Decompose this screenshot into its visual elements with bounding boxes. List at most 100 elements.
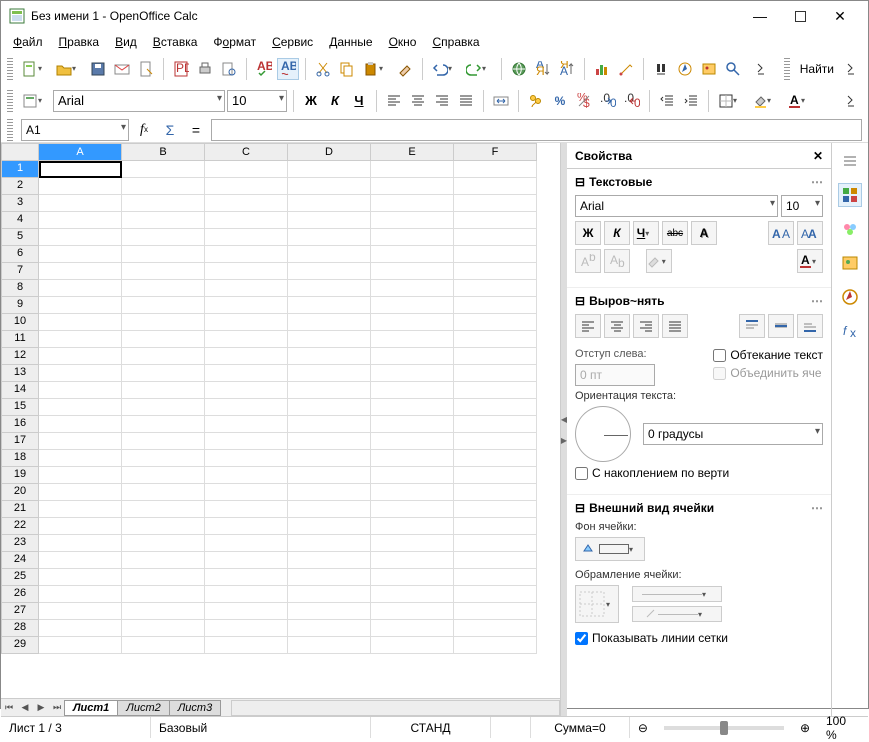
show-draw-button[interactable] <box>615 58 637 80</box>
cell[interactable] <box>371 314 454 331</box>
cell[interactable] <box>288 467 371 484</box>
cell[interactable] <box>454 467 537 484</box>
zoom-slider[interactable] <box>664 726 784 730</box>
cell[interactable] <box>39 552 122 569</box>
cell[interactable] <box>288 603 371 620</box>
cell[interactable] <box>122 467 205 484</box>
cell[interactable] <box>371 229 454 246</box>
cell[interactable] <box>205 518 288 535</box>
italic-button[interactable]: К <box>324 90 346 112</box>
cell[interactable] <box>454 586 537 603</box>
cut-button[interactable] <box>312 58 334 80</box>
row-header[interactable]: 9 <box>1 297 39 314</box>
cell[interactable] <box>454 331 537 348</box>
cell[interactable] <box>288 212 371 229</box>
cell[interactable] <box>454 263 537 280</box>
formula-grip[interactable] <box>7 119 13 141</box>
font-size-select[interactable] <box>227 90 287 112</box>
panel-subscript-button[interactable]: Ab <box>604 249 630 273</box>
panel-valign-middle-button[interactable] <box>768 314 794 338</box>
menu-data[interactable]: Данные <box>323 32 378 52</box>
row-header[interactable]: 23 <box>1 535 39 552</box>
cell[interactable] <box>39 365 122 382</box>
row-header[interactable]: 27 <box>1 603 39 620</box>
cell[interactable] <box>122 212 205 229</box>
cell[interactable] <box>371 450 454 467</box>
cell[interactable] <box>371 416 454 433</box>
cell[interactable] <box>39 399 122 416</box>
sum-button[interactable]: Σ <box>159 119 181 141</box>
menu-insert[interactable]: Вставка <box>147 32 204 52</box>
cell[interactable] <box>39 212 122 229</box>
cell[interactable] <box>454 365 537 382</box>
cell[interactable] <box>288 518 371 535</box>
cell[interactable] <box>122 586 205 603</box>
col-header[interactable]: F <box>454 143 537 161</box>
stack-vertical-checkbox[interactable]: С накоплением по верти <box>575 466 823 480</box>
sidebar-styles-icon[interactable] <box>838 217 862 241</box>
cell[interactable] <box>205 603 288 620</box>
section-menu-button[interactable]: ⋯ <box>811 175 823 189</box>
cell[interactable] <box>122 603 205 620</box>
cell[interactable] <box>371 484 454 501</box>
cell[interactable] <box>122 484 205 501</box>
cell[interactable] <box>39 535 122 552</box>
cell[interactable] <box>39 280 122 297</box>
menu-tools[interactable]: Сервис <box>266 32 319 52</box>
row-header[interactable]: 17 <box>1 433 39 450</box>
row-header[interactable]: 26 <box>1 586 39 603</box>
cell[interactable] <box>39 195 122 212</box>
angle-input[interactable] <box>643 423 823 445</box>
align-justify-button[interactable] <box>455 90 477 112</box>
cell[interactable] <box>205 620 288 637</box>
cell[interactable] <box>288 178 371 195</box>
styles-button[interactable]: ▾ <box>19 90 51 112</box>
cell[interactable] <box>454 450 537 467</box>
panel-superscript-button[interactable]: Ab <box>575 249 601 273</box>
cell[interactable] <box>371 246 454 263</box>
col-header[interactable]: A <box>39 143 122 161</box>
cell[interactable] <box>454 535 537 552</box>
cell[interactable] <box>288 416 371 433</box>
cell[interactable] <box>122 382 205 399</box>
autocheck-button[interactable]: ABC <box>277 58 299 80</box>
cell[interactable] <box>205 229 288 246</box>
cell[interactable] <box>122 552 205 569</box>
panel-font-color-button[interactable]: A▾ <box>797 249 823 273</box>
cell[interactable] <box>371 501 454 518</box>
row-header[interactable]: 16 <box>1 416 39 433</box>
cell[interactable] <box>122 314 205 331</box>
show-gridlines-checkbox[interactable]: Показывать линии сетки <box>575 631 823 645</box>
chart-button[interactable] <box>591 58 613 80</box>
row-header[interactable]: 14 <box>1 382 39 399</box>
col-header[interactable]: C <box>205 143 288 161</box>
spellcheck-button[interactable]: ABC <box>253 58 275 80</box>
minimize-button[interactable]: — <box>740 2 780 30</box>
cell[interactable] <box>288 263 371 280</box>
close-button[interactable]: ✕ <box>820 2 860 30</box>
menu-file[interactable]: Файл <box>7 32 49 52</box>
panel-shrink-font-button[interactable]: AA <box>797 221 823 245</box>
row-header[interactable]: 6 <box>1 246 39 263</box>
row-header[interactable]: 21 <box>1 501 39 518</box>
tab-prev-button[interactable]: ◀ <box>17 700 33 716</box>
cell[interactable] <box>371 586 454 603</box>
cell[interactable] <box>205 484 288 501</box>
cell[interactable] <box>39 433 122 450</box>
row-header[interactable]: 8 <box>1 280 39 297</box>
border-picker[interactable]: ▾ <box>575 585 619 623</box>
row-header[interactable]: 18 <box>1 450 39 467</box>
row-header[interactable]: 19 <box>1 467 39 484</box>
cell[interactable] <box>288 229 371 246</box>
menu-window[interactable]: Окно <box>383 32 423 52</box>
cell[interactable] <box>205 297 288 314</box>
bg-color-button[interactable]: ▾ <box>749 90 781 112</box>
wrap-text-checkbox[interactable]: Обтекание текст <box>713 348 823 362</box>
col-header[interactable]: D <box>288 143 371 161</box>
row-header[interactable]: 20 <box>1 484 39 501</box>
cell[interactable] <box>122 161 205 178</box>
maximize-button[interactable] <box>780 2 820 30</box>
row-header[interactable]: 4 <box>1 212 39 229</box>
cell[interactable] <box>122 535 205 552</box>
cell[interactable] <box>288 161 371 178</box>
